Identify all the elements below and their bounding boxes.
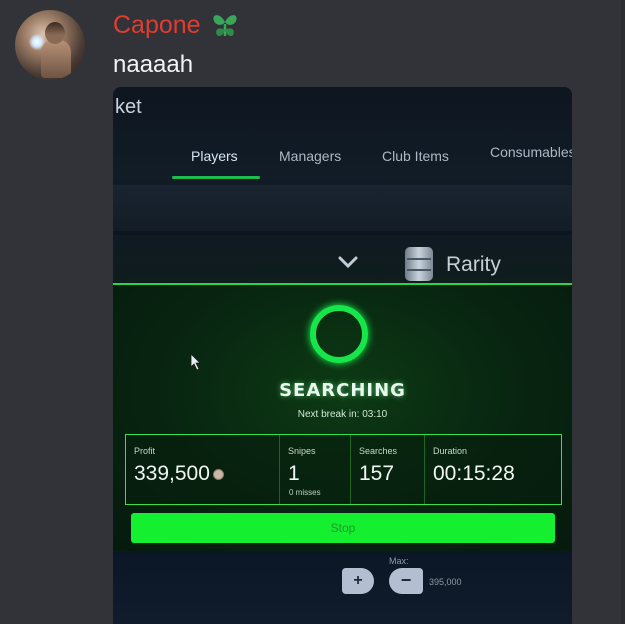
stat-value: 00:15:28: [433, 462, 515, 485]
max-price-value: 395,000: [429, 577, 462, 587]
avatar-figure: [41, 40, 71, 78]
message-text: naaaah: [113, 51, 194, 78]
stat-label: Searches: [359, 446, 398, 456]
chevron-down-icon: [338, 256, 358, 269]
minus-button: −: [389, 568, 423, 594]
search-bar-band: [113, 185, 572, 231]
stat-label: Duration: [433, 446, 468, 456]
price-controls: Max: + − 395,000: [113, 551, 572, 624]
tab-consumables: Consumables: [490, 144, 572, 160]
next-break-text: Next break in: 03:10: [297, 409, 388, 420]
max-label: Max:: [389, 556, 409, 566]
stat-searches: Searches 157: [351, 435, 425, 504]
stat-label: Profit: [134, 446, 156, 456]
message-header: Capone: [113, 10, 241, 40]
plus-button: +: [342, 568, 374, 594]
searching-panel: SEARCHING Next break in: 03:10 Profit 33…: [113, 283, 572, 551]
rarity-label: Rarity: [446, 253, 501, 276]
status-title: SEARCHING: [279, 380, 406, 401]
tab-club-items: Club Items: [382, 148, 449, 164]
stat-snipes: Snipes 1 0 misses: [280, 435, 351, 504]
stat-profit: Profit 339,500: [126, 435, 280, 504]
stat-value: 339,500: [134, 462, 279, 486]
active-tab-indicator: [172, 176, 260, 179]
stat-sub: 0 misses: [289, 488, 321, 497]
stat-duration: Duration 00:15:28: [425, 435, 561, 504]
photo-header-area: ket Players Managers Club Items Consumab…: [113, 87, 572, 235]
stat-value: 1: [288, 462, 300, 485]
username[interactable]: Capone: [113, 10, 201, 40]
loading-spinner-icon: [310, 305, 368, 363]
image-attachment[interactable]: ket Players Managers Club Items Consumab…: [113, 87, 572, 624]
stat-label: Snipes: [288, 446, 316, 456]
app-title: ket: [115, 96, 142, 118]
rarity-icon: [405, 247, 433, 281]
stats-box: Profit 339,500 Snipes 1 0 misses Searche…: [125, 434, 562, 505]
scrollbar[interactable]: [621, 0, 625, 624]
green-heart-plant-icon: [212, 15, 237, 37]
mouse-cursor-icon: [190, 353, 201, 371]
tab-players: Players: [191, 148, 238, 164]
stat-value: 157: [359, 462, 395, 485]
stop-button: Stop: [131, 513, 555, 543]
tab-managers: Managers: [279, 148, 342, 164]
avatar[interactable]: [15, 10, 85, 80]
chat-message: Capone naaaah ket Players Managers Club …: [0, 0, 625, 624]
coin-icon: [212, 468, 224, 480]
avatar-head: [45, 22, 65, 44]
